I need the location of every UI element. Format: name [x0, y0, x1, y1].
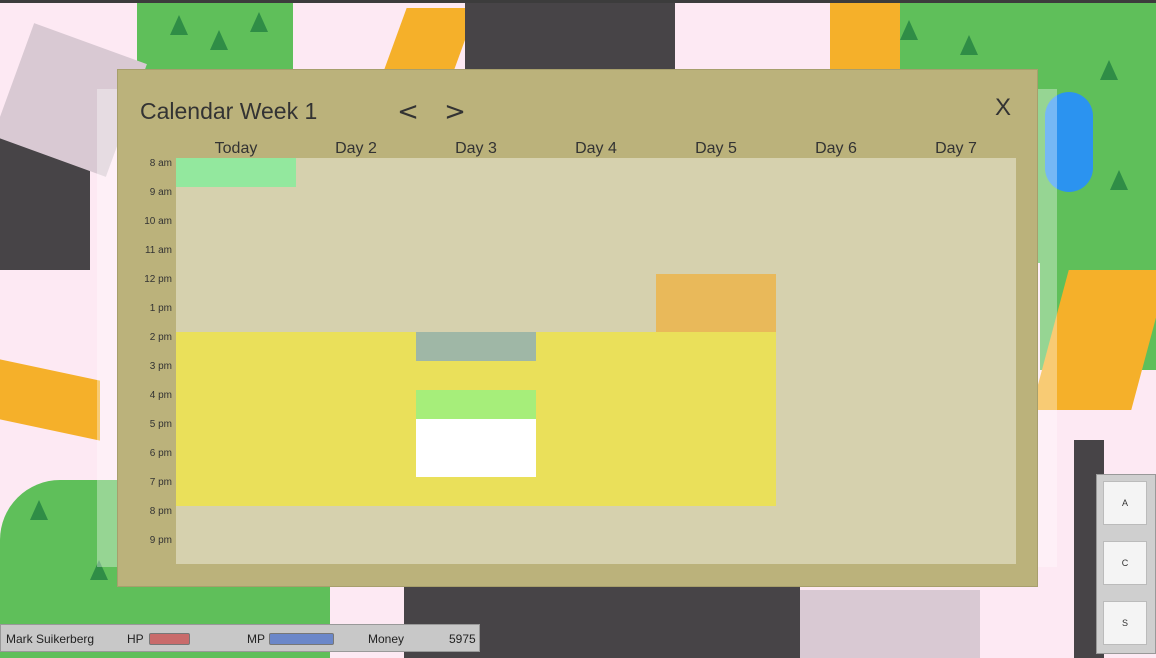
- mp-bar: [269, 633, 334, 645]
- hour-label: 8 am: [149, 158, 172, 169]
- side-button-c[interactable]: C: [1103, 541, 1147, 585]
- money-value: 5975: [449, 632, 476, 646]
- calendar-event[interactable]: [416, 332, 536, 361]
- calendar-event[interactable]: [416, 477, 536, 506]
- hour-label: 9 am: [149, 187, 172, 198]
- hp-bar: [149, 633, 190, 645]
- tree: [900, 20, 918, 40]
- hour-label: 6 pm: [149, 448, 172, 459]
- tree: [210, 30, 228, 50]
- calendar-panel: Calendar Week 1 < > X Today Day 2 Day 3 Day…: [117, 69, 1038, 587]
- tree: [170, 15, 188, 35]
- road: [830, 3, 900, 69]
- hour-label: 8 pm: [149, 506, 172, 517]
- calendar-event[interactable]: [656, 332, 776, 506]
- hour-label: 10 am: [144, 216, 172, 227]
- status-bar: Mark Suikerberg HP MP Money 5975: [0, 624, 480, 652]
- day-header: Day 6: [815, 140, 857, 157]
- hour-label: 9 pm: [149, 535, 172, 546]
- calendar-event[interactable]: [176, 158, 296, 187]
- side-button-s[interactable]: S: [1103, 601, 1147, 645]
- calendar-event[interactable]: [296, 332, 416, 506]
- day-header: Today: [214, 140, 258, 157]
- calendar-title: Calendar Week 1: [140, 98, 318, 124]
- previous-week-button[interactable]: <: [394, 96, 422, 128]
- calendar-event[interactable]: [416, 390, 536, 419]
- next-week-button[interactable]: >: [441, 96, 469, 128]
- top-border: [0, 0, 1156, 3]
- tree: [960, 35, 978, 55]
- tree: [1100, 60, 1118, 80]
- hour-label: 3 pm: [149, 361, 172, 372]
- road: [383, 8, 477, 72]
- tree: [1110, 170, 1128, 190]
- building: [465, 3, 675, 69]
- close-button[interactable]: X: [995, 94, 1011, 122]
- hour-label: 12 pm: [144, 274, 172, 285]
- calendar-event[interactable]: [416, 419, 536, 477]
- day-header: Day 5: [695, 140, 737, 157]
- hour-label: 1 pm: [149, 303, 172, 314]
- side-menu: A C S: [1096, 474, 1156, 654]
- hour-label: 7 pm: [149, 477, 172, 488]
- day-header: Day 2: [335, 140, 377, 157]
- side-button-a[interactable]: A: [1103, 481, 1147, 525]
- building: [700, 587, 800, 658]
- hour-label: 2 pm: [149, 332, 172, 343]
- building-roof: [800, 590, 980, 658]
- calendar-event[interactable]: [416, 361, 536, 390]
- mp-label: MP: [247, 632, 265, 646]
- calendar-event[interactable]: [656, 274, 776, 332]
- calendar-grid: [176, 158, 1016, 564]
- hp-label: HP: [127, 632, 144, 646]
- tree: [250, 12, 268, 32]
- tree: [30, 500, 48, 520]
- hour-label: 4 pm: [149, 390, 172, 401]
- calendar-event[interactable]: [176, 332, 296, 506]
- day-header: Day 4: [575, 140, 617, 157]
- day-header: Day 7: [935, 140, 977, 157]
- calendar-event[interactable]: [536, 332, 656, 506]
- hour-label: 11 am: [144, 245, 172, 256]
- money-label: Money: [368, 632, 405, 646]
- player-name: Mark Suikerberg: [6, 632, 95, 646]
- day-header: Day 3: [455, 140, 497, 157]
- road: [0, 359, 100, 441]
- hour-label: 5 pm: [149, 419, 172, 430]
